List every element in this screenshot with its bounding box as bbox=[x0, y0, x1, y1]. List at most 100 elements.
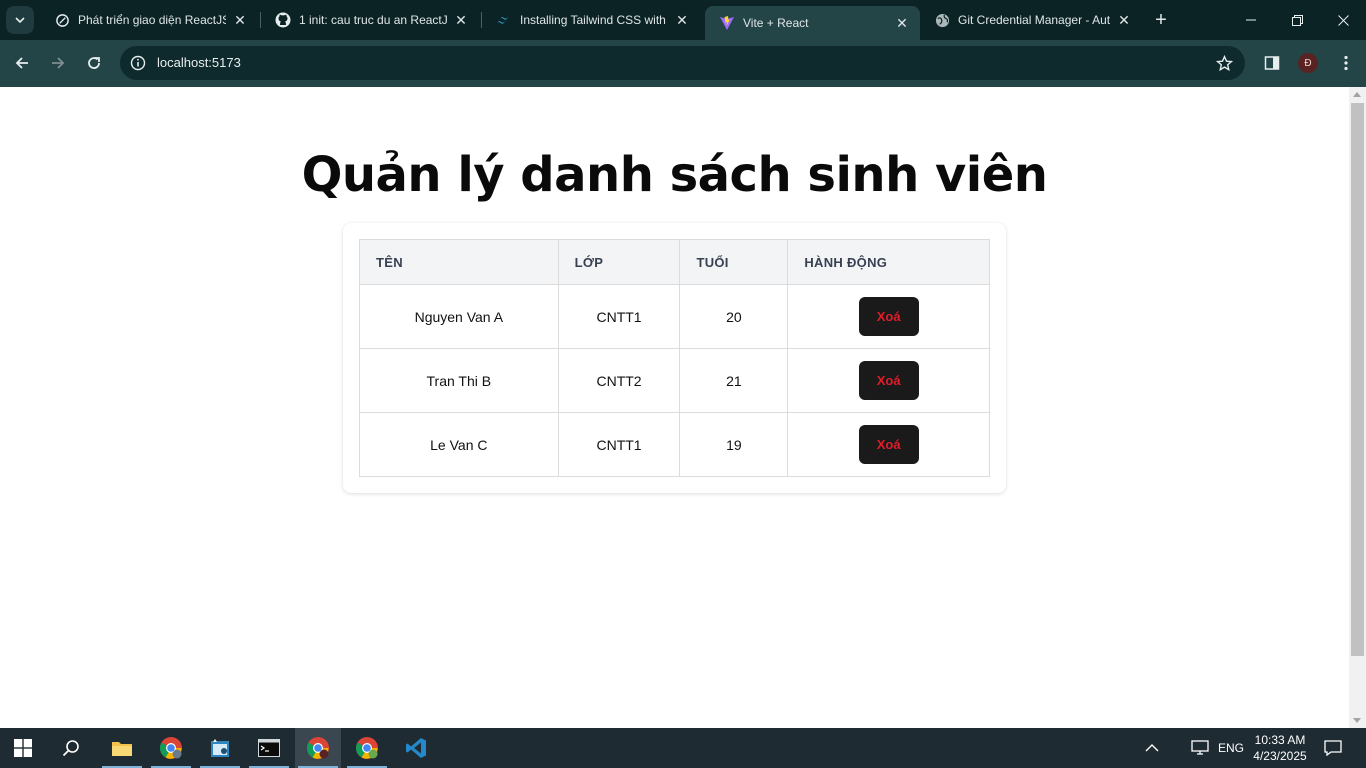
tab-3[interactable]: Installing Tailwind CSS with V ✕ bbox=[482, 0, 700, 40]
github-icon bbox=[275, 12, 291, 28]
table-row: Le Van C CNTT1 19 Xoá bbox=[359, 412, 990, 477]
tab-title: 1 init: cau truc du an ReactJS bbox=[299, 13, 447, 27]
taskbar-app-launcher[interactable] bbox=[197, 728, 243, 768]
tab-title: Vite + React bbox=[743, 16, 809, 30]
reload-icon bbox=[88, 57, 100, 69]
delete-button[interactable]: Xoá bbox=[858, 425, 919, 464]
vite-icon bbox=[719, 15, 735, 31]
cell-action: Xoá bbox=[787, 412, 990, 477]
header-name: TÊN bbox=[359, 239, 559, 285]
close-icon[interactable]: ✕ bbox=[674, 12, 690, 28]
cell-action: Xoá bbox=[787, 284, 990, 349]
clock-date: 4/23/2025 bbox=[1253, 749, 1307, 763]
tab-title: Installing Tailwind CSS with V bbox=[520, 13, 668, 27]
app-icon bbox=[211, 739, 229, 757]
close-icon[interactable]: ✕ bbox=[894, 15, 910, 31]
side-panel-button[interactable] bbox=[1262, 53, 1282, 73]
network-button[interactable] bbox=[1188, 728, 1212, 768]
page-viewport: Quản lý danh sách sinh viên TÊN LỚP TUỔI… bbox=[0, 87, 1349, 728]
site-info-icon[interactable] bbox=[129, 54, 147, 72]
address-url[interactable]: localhost:5173 bbox=[157, 55, 241, 70]
header-age: TUỔI bbox=[679, 239, 789, 285]
search-button[interactable] bbox=[48, 728, 94, 768]
profile-button[interactable]: Đ bbox=[1298, 53, 1318, 73]
back-button[interactable] bbox=[8, 49, 36, 77]
forward-button[interactable] bbox=[44, 49, 72, 77]
header-class: LỚP bbox=[557, 239, 681, 285]
restore-button[interactable] bbox=[1274, 0, 1320, 40]
tab-title: Phát triển giao diện ReactJS bbox=[78, 13, 226, 27]
tailwind-icon bbox=[496, 12, 512, 28]
header-action: HÀNH ĐỘNG bbox=[787, 239, 990, 285]
minimize-button[interactable] bbox=[1228, 0, 1274, 40]
cell-class: CNTT1 bbox=[557, 412, 681, 477]
search-icon bbox=[62, 740, 79, 757]
start-button[interactable] bbox=[0, 728, 46, 768]
chrome-icon bbox=[356, 737, 378, 759]
cell-class: CNTT2 bbox=[557, 348, 681, 413]
close-icon bbox=[1337, 14, 1349, 26]
taskbar-vscode[interactable] bbox=[393, 728, 439, 768]
cell-age: 21 bbox=[679, 348, 789, 413]
tab-4-active[interactable]: Vite + React ✕ bbox=[705, 6, 920, 40]
close-icon[interactable]: ✕ bbox=[453, 12, 469, 28]
windows-taskbar: ENG 10:33 AM 4/23/2025 bbox=[0, 728, 1366, 768]
cell-name: Tran Thi B bbox=[359, 348, 559, 413]
tab-strip: Phát triển giao diện ReactJS ✕ 1 init: c… bbox=[0, 0, 1366, 40]
vscode-icon bbox=[406, 738, 426, 758]
scroll-up-arrow-icon[interactable] bbox=[1353, 92, 1361, 97]
delete-button[interactable]: Xoá bbox=[858, 361, 919, 400]
globe-icon bbox=[934, 12, 950, 28]
cell-action: Xoá bbox=[787, 348, 990, 413]
taskbar-chrome-profile-1[interactable] bbox=[148, 728, 194, 768]
chrome-icon bbox=[160, 737, 182, 759]
cell-age: 20 bbox=[679, 284, 789, 349]
clock-time: 10:33 AM bbox=[1254, 733, 1306, 747]
language-indicator[interactable]: ENG bbox=[1214, 728, 1248, 768]
page-title: Quản lý danh sách sinh viên bbox=[301, 147, 1048, 203]
arrow-left-icon bbox=[15, 57, 28, 69]
tab-title: Git Credential Manager - Aut bbox=[958, 13, 1110, 27]
table-row: Tran Thi B CNTT2 21 Xoá bbox=[359, 348, 990, 413]
taskbar-chrome-profile-m[interactable] bbox=[344, 728, 390, 768]
chevron-up-icon bbox=[1145, 744, 1159, 752]
close-icon[interactable]: ✕ bbox=[1116, 12, 1132, 28]
tab-2[interactable]: 1 init: cau truc du an ReactJS ✕ bbox=[261, 0, 479, 40]
new-tab-button[interactable]: + bbox=[1150, 8, 1172, 32]
terminal-icon bbox=[258, 739, 280, 757]
cell-age: 19 bbox=[679, 412, 789, 477]
vertical-scrollbar[interactable] bbox=[1349, 87, 1366, 728]
address-bar[interactable]: localhost:5173 bbox=[120, 46, 1245, 80]
openai-icon bbox=[54, 12, 70, 28]
plus-icon: + bbox=[1155, 8, 1167, 31]
tray-overflow-button[interactable] bbox=[1140, 728, 1164, 768]
folder-icon bbox=[112, 742, 132, 756]
close-icon[interactable]: ✕ bbox=[232, 12, 248, 28]
notifications-button[interactable] bbox=[1321, 728, 1345, 768]
table-header-row: TÊN LỚP TUỔI HÀNH ĐỘNG bbox=[359, 239, 990, 285]
menu-button[interactable] bbox=[1336, 53, 1356, 73]
taskbar-chrome-active[interactable] bbox=[295, 728, 341, 768]
system-clock[interactable]: 10:33 AM 4/23/2025 bbox=[1250, 732, 1310, 764]
bookmark-star-icon[interactable] bbox=[1215, 54, 1233, 72]
cell-class: CNTT1 bbox=[557, 284, 681, 349]
taskbar-terminal[interactable] bbox=[246, 728, 292, 768]
chevron-down-icon bbox=[15, 17, 25, 24]
reload-button[interactable] bbox=[80, 49, 108, 77]
close-window-button[interactable] bbox=[1320, 0, 1366, 40]
browser-toolbar: localhost:5173 Đ bbox=[0, 40, 1366, 87]
scroll-down-arrow-icon[interactable] bbox=[1353, 718, 1361, 723]
avatar: Đ bbox=[1298, 53, 1318, 73]
student-table-card: TÊN LỚP TUỔI HÀNH ĐỘNG Nguyen Van A CNTT… bbox=[343, 223, 1006, 493]
arrow-right-icon bbox=[52, 57, 65, 69]
tab-5[interactable]: Git Credential Manager - Aut ✕ bbox=[920, 0, 1142, 40]
chrome-icon bbox=[307, 737, 329, 759]
restore-icon bbox=[1291, 14, 1303, 26]
tab-1[interactable]: Phát triển giao diện ReactJS ✕ bbox=[40, 0, 258, 40]
scroll-thumb[interactable] bbox=[1351, 103, 1364, 656]
tab-search-button[interactable] bbox=[6, 6, 34, 34]
side-panel-icon bbox=[1264, 56, 1280, 70]
minimize-icon bbox=[1246, 19, 1256, 21]
taskbar-file-explorer[interactable] bbox=[99, 728, 145, 768]
delete-button[interactable]: Xoá bbox=[858, 297, 919, 336]
